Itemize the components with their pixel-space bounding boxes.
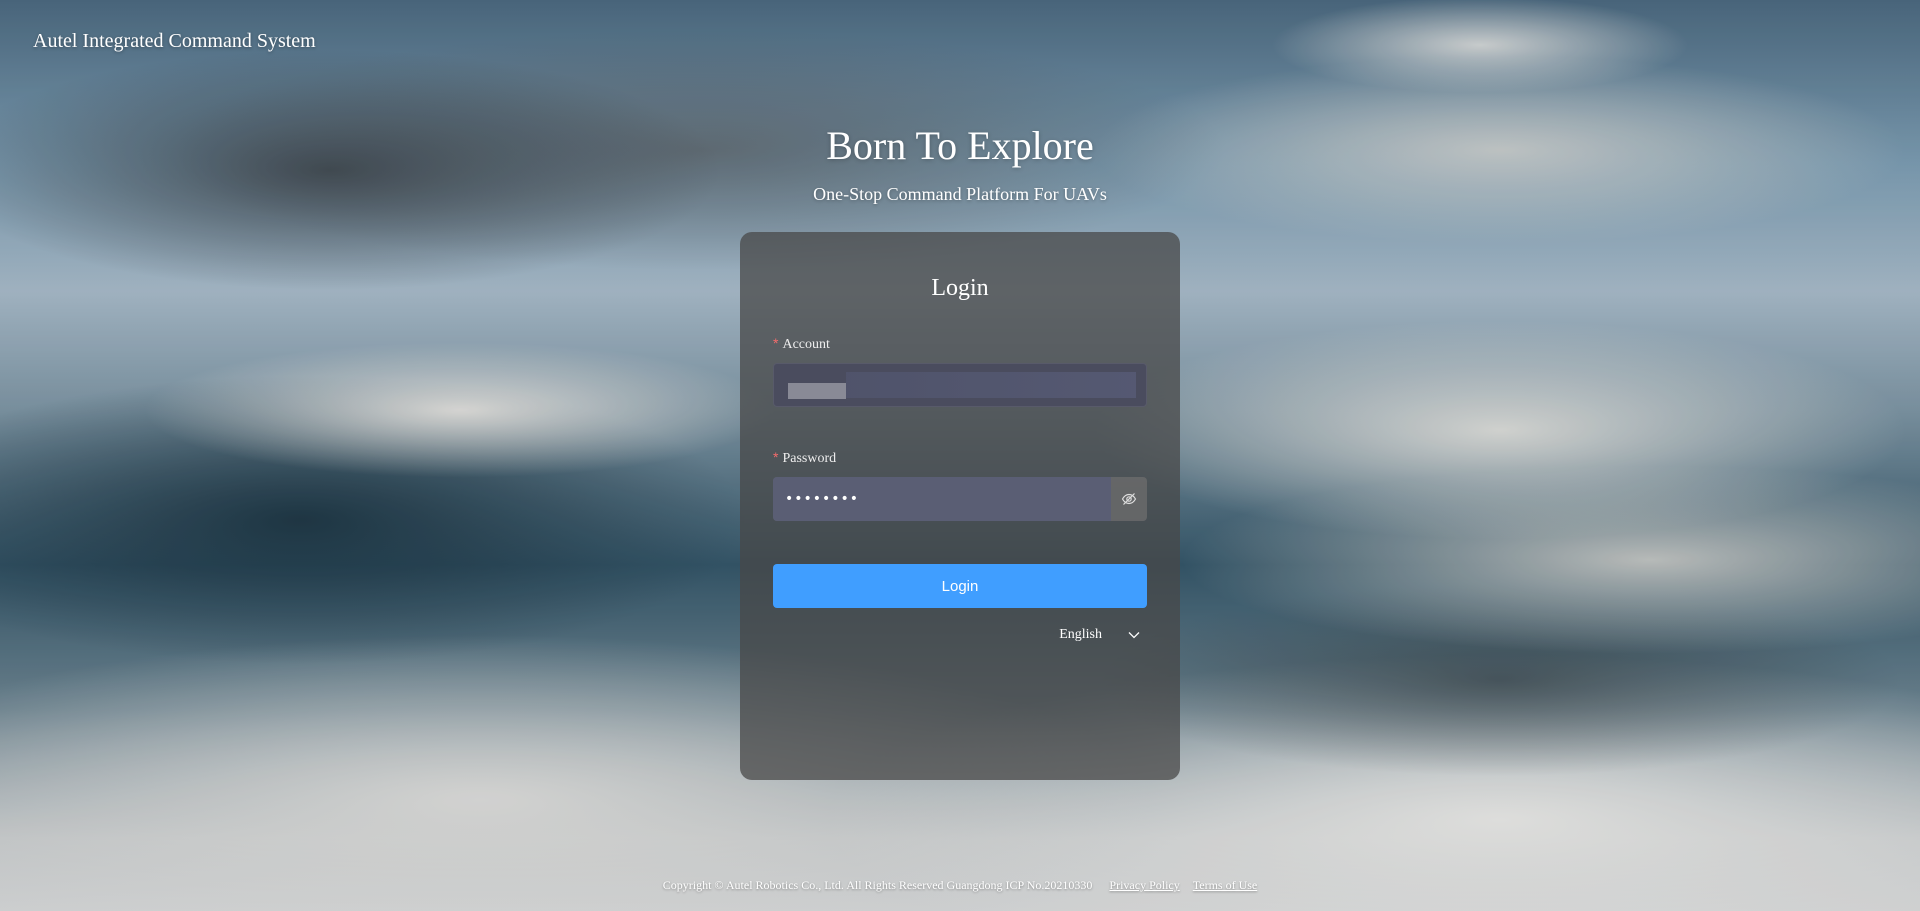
account-input-fill bbox=[846, 372, 1136, 398]
language-select[interactable]: English bbox=[1059, 627, 1140, 643]
password-label: * Password bbox=[773, 448, 1147, 466]
chevron-down-icon bbox=[1128, 632, 1140, 639]
privacy-policy-link[interactable]: Privacy Policy bbox=[1109, 878, 1179, 892]
required-mark: * bbox=[773, 449, 779, 465]
password-input[interactable] bbox=[773, 476, 1087, 522]
account-label-text: Account bbox=[782, 337, 830, 352]
copyright-text: Copyright © Autel Robotics Co., Ltd. All… bbox=[662, 878, 1093, 892]
account-value-redacted bbox=[788, 383, 846, 399]
login-title: Login bbox=[931, 275, 989, 301]
password-field bbox=[773, 476, 1147, 522]
hero-title: Born To Explore bbox=[826, 123, 1094, 168]
required-mark: * bbox=[773, 335, 779, 351]
account-input[interactable] bbox=[773, 363, 1147, 407]
hero-subtitle: One-Stop Command Platform For UAVs bbox=[813, 184, 1107, 204]
account-label: * Account bbox=[773, 334, 1147, 352]
app-title: Autel Integrated Command System bbox=[33, 30, 316, 52]
password-label-text: Password bbox=[782, 451, 837, 466]
language-selected: English bbox=[1059, 627, 1102, 642]
login-card: Login *Account *Password Login English bbox=[740, 232, 1180, 780]
footer: Copyright © Autel Robotics Co., Ltd. All… bbox=[0, 878, 1920, 893]
eye-slash-icon[interactable] bbox=[1121, 491, 1137, 507]
login-button[interactable]: Login bbox=[773, 564, 1147, 608]
terms-of-use-link[interactable]: Terms of Use bbox=[1193, 878, 1257, 892]
